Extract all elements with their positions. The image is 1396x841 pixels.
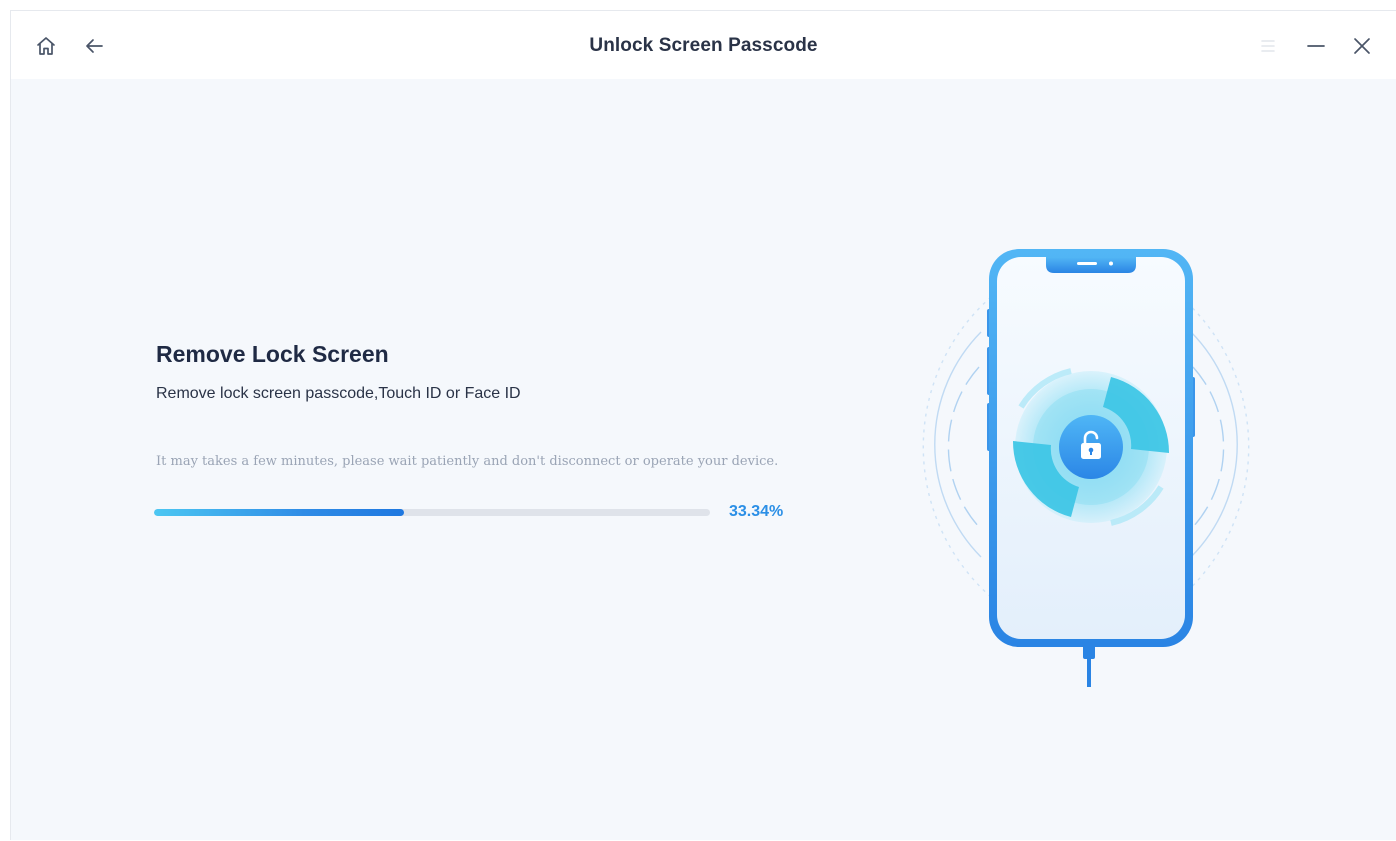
progress-bar — [154, 509, 710, 516]
lock-icon — [1059, 415, 1123, 479]
app-window: Unlock Screen Passcode Remove Lock Scree… — [10, 10, 1396, 840]
page-heading: Remove Lock Screen — [156, 341, 389, 367]
page-subheading: Remove lock screen passcode,Touch ID or … — [156, 385, 521, 402]
minimize-icon[interactable] — [1305, 35, 1327, 57]
progress-fill — [154, 509, 405, 516]
window-title: Unlock Screen Passcode — [589, 35, 818, 56]
menu-icon[interactable] — [1257, 35, 1279, 57]
title-bar: Unlock Screen Passcode — [11, 11, 1396, 79]
close-icon[interactable] — [1351, 35, 1373, 57]
wait-hint: It may takes a few minutes, please wait … — [156, 454, 779, 469]
phone-illustration — [881, 237, 1281, 697]
progress-percent: 33.34% — [729, 503, 784, 520]
main-content: Remove Lock Screen Remove lock screen pa… — [11, 79, 1396, 841]
